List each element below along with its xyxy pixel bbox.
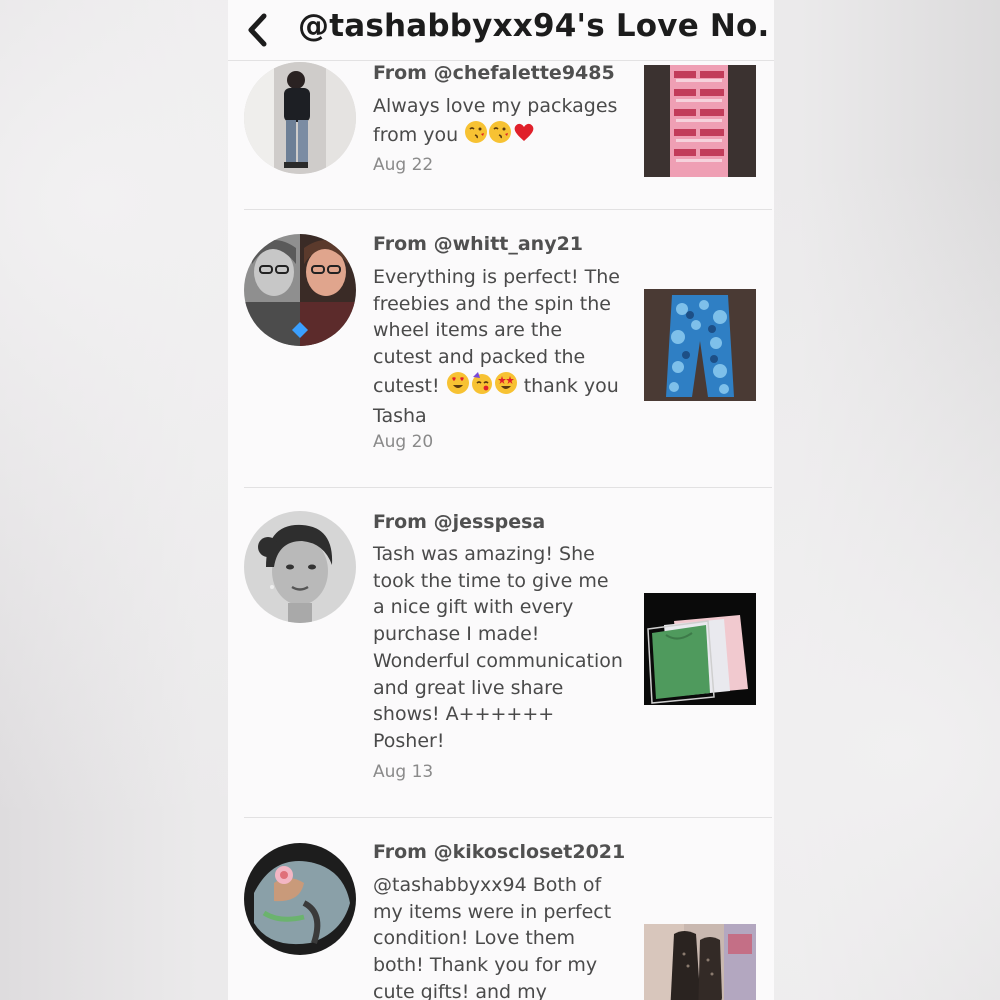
boots-photo [644,924,756,1000]
sender-handle[interactable]: From @whitt_any21 [373,233,583,255]
note-message: Always love my packages from you [373,93,625,151]
sender-handle[interactable]: From @jesspesa [373,511,545,533]
avatar-photo [244,234,356,346]
listing-thumbnail[interactable] [644,924,756,1000]
back-button[interactable] [240,9,274,51]
chevron-left-icon [248,13,267,47]
sender-avatar[interactable] [244,62,356,174]
listing-thumbnail[interactable] [644,289,756,401]
avatar-photo [244,511,356,623]
header-bar: @tashabbyxx94's Love No... [228,0,774,61]
love-note-item: From @jesspesa Tash was amazing! She too… [244,488,772,818]
heart-eyes-face-icon [446,371,470,403]
note-date: Aug 20 [373,432,434,452]
fragile-stickers-photo [644,65,756,177]
sender-handle[interactable]: From @chefalette9485 [373,62,615,84]
listing-thumbnail[interactable] [644,593,756,705]
avatar-photo [244,62,356,174]
love-notes-screen: @tashabbyxx94's Love No... From @chefale… [228,0,774,1000]
love-note-item: From @kikoscloset2021 @tashabbyxx94 Both… [244,818,772,1000]
shirts-gift-photo [644,593,756,705]
love-note-item: From @whitt_any21 Everything is perfect!… [244,210,772,488]
heart-icon [512,120,536,152]
sender-avatar[interactable] [244,511,356,623]
listing-thumbnail[interactable] [644,65,756,177]
sender-handle[interactable]: From @kikoscloset2021 [373,841,625,863]
sender-avatar[interactable] [244,843,356,955]
party-face-icon [470,371,494,403]
note-date: Aug 13 [373,762,434,782]
kissing-face-icon [464,120,488,152]
page-title: @tashabbyxx94's Love No... [298,8,768,44]
note-message: @tashabbyxx94 Both of my items were in p… [373,874,612,1000]
sender-avatar[interactable] [244,234,356,346]
star-struck-face-icon [494,371,518,403]
avatar-photo [244,843,356,955]
note-date: Aug 22 [373,155,434,175]
tie-dye-pants-photo [644,289,756,401]
kissing-face-icon [488,120,512,152]
note-message: Everything is perfect! The freebies and … [373,264,625,429]
note-message: Tash was amazing! She took the time to g… [373,543,623,752]
